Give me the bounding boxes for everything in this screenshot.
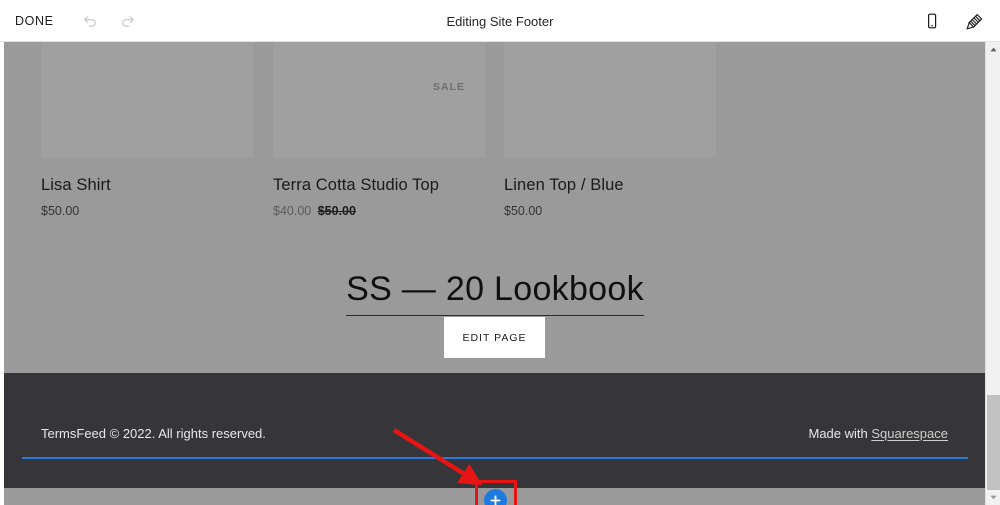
page-title: SS — 20 Lookbook — [346, 270, 644, 316]
editor-toolbar: DONE Editing Site Footer — [0, 0, 1000, 42]
paintbrush-icon — [965, 13, 982, 30]
caret-down-icon — [990, 495, 997, 500]
scroll-down-button[interactable] — [986, 490, 1000, 505]
product-price-value: $50.00 — [41, 204, 80, 218]
editor-title: Editing Site Footer — [0, 0, 1000, 42]
product-card[interactable]: Lisa Shirt $50.00 — [41, 42, 253, 218]
squarespace-editor-window: DONE Editing Site Footer Lisa Shirt $50.… — [0, 0, 1000, 505]
site-styles-button[interactable] — [962, 9, 986, 33]
footer-made-with-prefix: Made with — [808, 426, 872, 441]
plus-icon — [490, 495, 501, 505]
canvas-left-edge — [0, 42, 4, 505]
done-button[interactable]: DONE — [15, 0, 54, 42]
product-original-price: $50.00 — [317, 204, 356, 218]
footer-made-with: Made with Squarespace — [809, 426, 949, 441]
redo-button[interactable] — [116, 9, 140, 33]
footer-copyright: TermsFeed © 2022. All rights reserved. — [41, 426, 266, 441]
add-block-button[interactable] — [484, 489, 507, 505]
product-card[interactable]: Linen Top / Blue $50.00 — [504, 42, 716, 218]
history-controls — [78, 0, 140, 42]
product-price: $40.00 $50.00 — [273, 204, 485, 218]
product-card[interactable]: Terra Cotta Studio Top $40.00 $50.00 SAL… — [273, 42, 485, 218]
scroll-up-button[interactable] — [986, 42, 1000, 57]
product-image[interactable] — [41, 42, 253, 158]
toolbar-actions — [920, 0, 986, 42]
product-image[interactable] — [504, 42, 716, 158]
undo-button[interactable] — [78, 9, 102, 33]
undo-icon — [84, 16, 96, 27]
product-price-value: $50.00 — [504, 204, 543, 218]
product-sale-price: $40.00 — [273, 204, 312, 218]
mobile-preview-button[interactable] — [920, 9, 944, 33]
redo-icon — [122, 16, 134, 27]
vertical-scrollbar[interactable] — [985, 42, 1000, 505]
status-badge: SALE — [433, 81, 466, 93]
product-title: Linen Top / Blue — [504, 176, 624, 194]
block-insertion-line — [22, 457, 968, 459]
product-title: Lisa Shirt — [41, 176, 111, 194]
squarespace-link[interactable]: Squarespace — [871, 426, 948, 441]
product-price: $50.00 — [504, 204, 716, 218]
product-title: Terra Cotta Studio Top — [273, 176, 440, 194]
lookbook-section[interactable]: SS — 20 Lookbook — [0, 270, 990, 316]
edit-page-button[interactable]: EDIT PAGE — [444, 317, 545, 358]
scrollbar-thumb[interactable] — [987, 395, 1000, 490]
site-footer[interactable]: TermsFeed © 2022. All rights reserved. M… — [0, 373, 990, 488]
site-preview-canvas[interactable]: Lisa Shirt $50.00 Terra Cotta Studio Top… — [0, 42, 990, 505]
editor-title-text: Editing Site Footer — [446, 13, 554, 29]
mobile-preview-icon — [927, 13, 937, 29]
product-price: $50.00 — [41, 204, 253, 218]
product-image[interactable] — [273, 42, 485, 158]
caret-up-icon — [990, 47, 997, 52]
